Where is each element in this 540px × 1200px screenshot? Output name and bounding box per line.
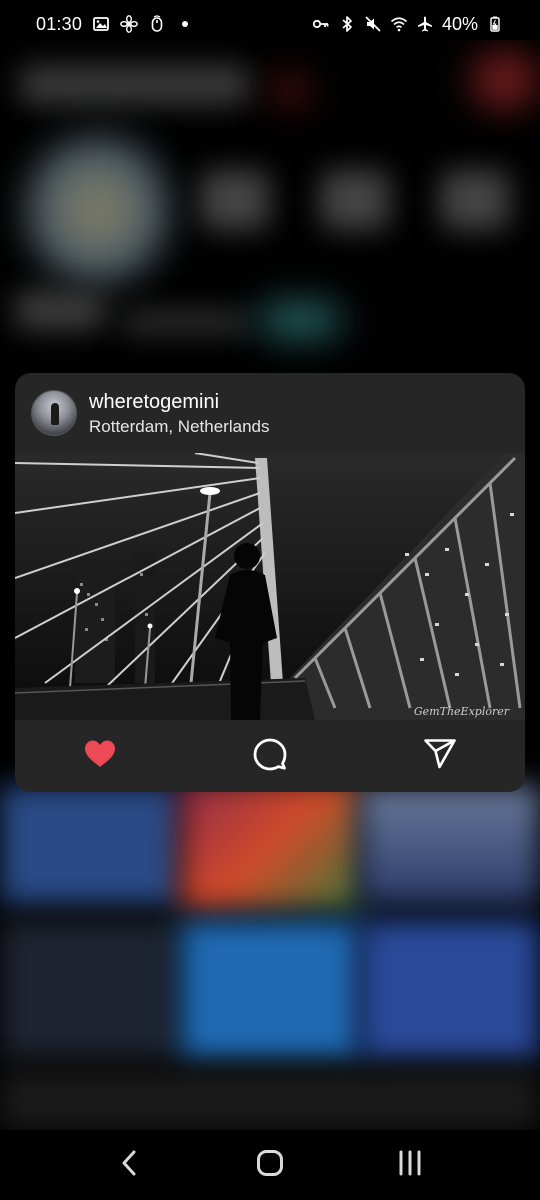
blurred-header bbox=[20, 65, 250, 105]
blurred-stat bbox=[200, 170, 270, 230]
post-header: wheretogemini Rotterdam, Netherlands bbox=[15, 373, 525, 453]
share-button[interactable] bbox=[355, 736, 525, 777]
blurred-bio bbox=[120, 310, 250, 334]
bridge-photo bbox=[15, 453, 525, 720]
battery-percent: 40% bbox=[441, 13, 478, 34]
bluetooth-icon bbox=[338, 15, 356, 33]
post-header-text: wheretogemini Rotterdam, Netherlands bbox=[89, 390, 269, 437]
blurred-badge bbox=[470, 50, 540, 110]
blurred-post bbox=[0, 785, 180, 905]
home-icon bbox=[255, 1148, 285, 1183]
blurred-avatar bbox=[25, 135, 170, 285]
wifi-icon bbox=[390, 15, 408, 33]
comment-button[interactable] bbox=[185, 736, 355, 777]
heart-icon bbox=[82, 736, 118, 777]
recents-button[interactable] bbox=[380, 1135, 440, 1195]
post-preview-card[interactable]: wheretogemini Rotterdam, Netherlands Gem… bbox=[15, 373, 525, 792]
blurred-post bbox=[180, 920, 360, 1060]
gallery-icon bbox=[92, 15, 110, 33]
blurred-tabbar bbox=[0, 1070, 540, 1130]
like-button[interactable] bbox=[15, 736, 185, 777]
post-photo[interactable]: GemTheExplorer bbox=[15, 453, 525, 720]
blurred-post bbox=[360, 785, 540, 905]
airplane-icon bbox=[416, 15, 434, 33]
avatar[interactable] bbox=[31, 390, 77, 436]
fan-icon bbox=[120, 15, 138, 33]
blurred-link bbox=[255, 300, 345, 340]
username[interactable]: wheretogemini bbox=[89, 390, 269, 414]
blurred-stat bbox=[320, 170, 390, 230]
status-time: 01:30 bbox=[36, 13, 83, 34]
location[interactable]: Rotterdam, Netherlands bbox=[89, 416, 269, 437]
battery-icon bbox=[486, 15, 504, 33]
system-nav-bar bbox=[0, 1130, 540, 1200]
blurred-post bbox=[0, 920, 180, 1060]
blurred-dot bbox=[270, 75, 310, 105]
comment-icon bbox=[252, 736, 288, 777]
back-button[interactable] bbox=[100, 1135, 160, 1195]
mute-icon bbox=[364, 15, 382, 33]
photo-watermark: GemTheExplorer bbox=[413, 705, 509, 718]
home-button[interactable] bbox=[240, 1135, 300, 1195]
blurred-post bbox=[180, 780, 360, 910]
post-actions bbox=[15, 720, 525, 792]
key-icon bbox=[312, 15, 330, 33]
recents-icon bbox=[395, 1148, 425, 1183]
dot-icon bbox=[176, 15, 194, 33]
blurred-name bbox=[15, 290, 105, 330]
status-bar: 01:30 40% bbox=[0, 0, 540, 48]
mouse-icon bbox=[148, 15, 166, 33]
blurred-post bbox=[360, 920, 540, 1060]
back-icon bbox=[115, 1148, 145, 1183]
send-icon bbox=[422, 736, 458, 777]
blurred-stat bbox=[440, 170, 510, 230]
